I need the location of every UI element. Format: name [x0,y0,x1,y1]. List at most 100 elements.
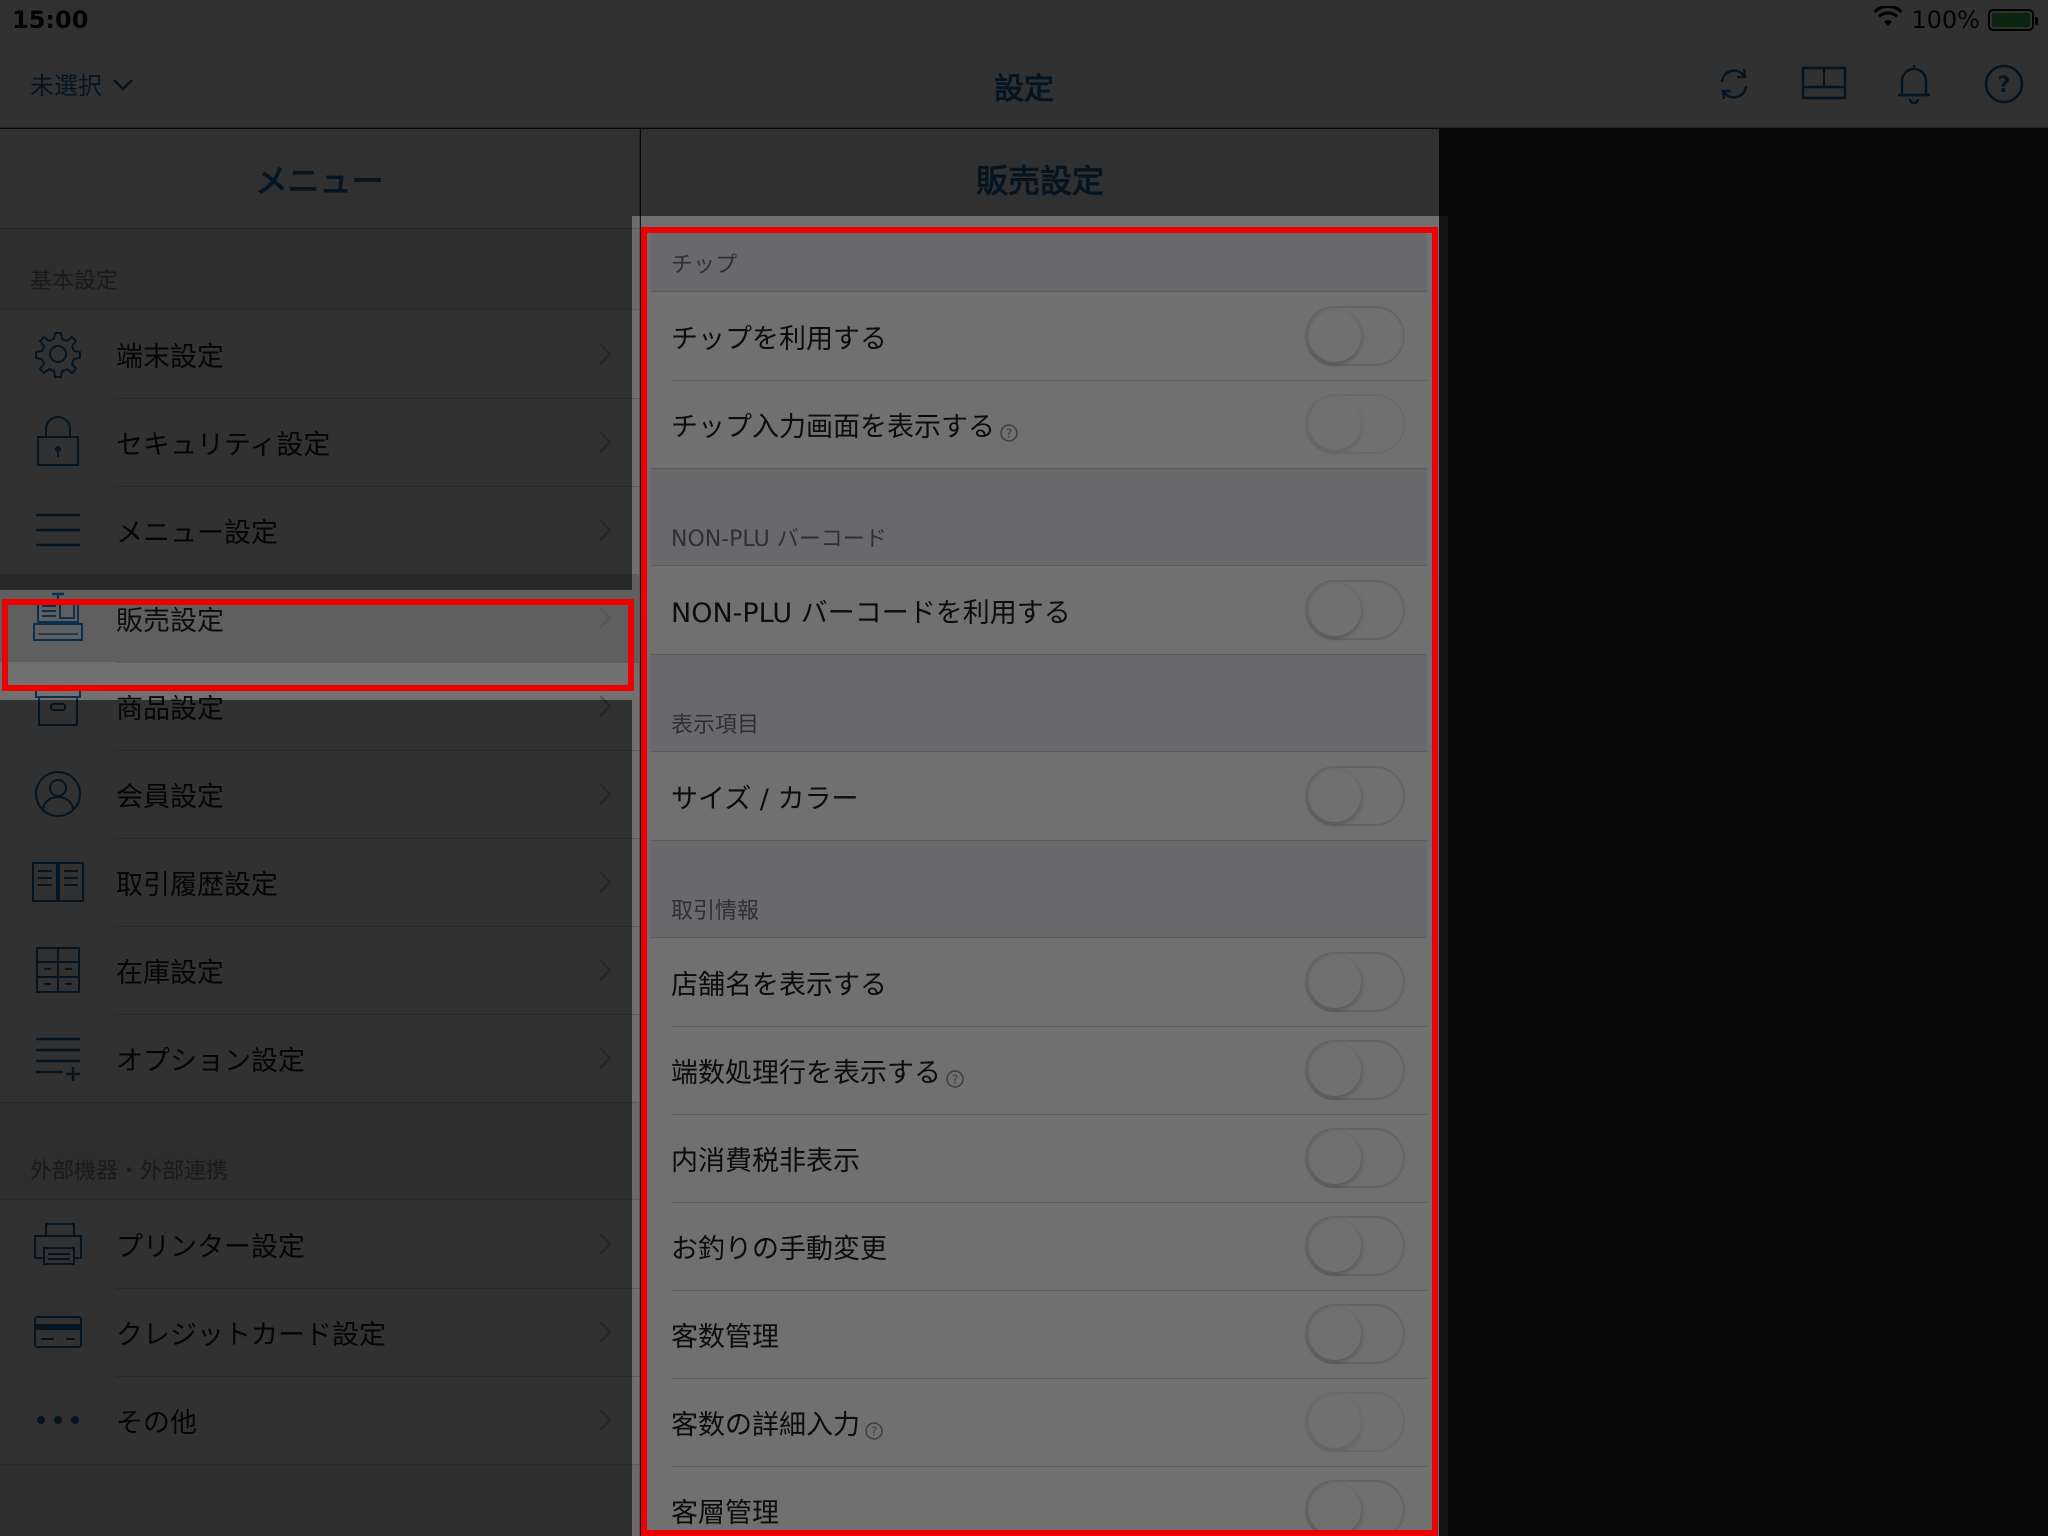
bell-icon[interactable] [1890,60,1938,108]
setting-row: サイズ / カラー [651,752,1427,840]
setting-row: 客数管理 [651,1290,1427,1378]
setting-label-text: 客数の詳細入力 [671,1409,860,1441]
menu-item-label: セキュリティ設定 [116,429,331,461]
toggle-switch[interactable] [1305,394,1405,454]
setting-row: 端数処理行を表示する? [651,1026,1427,1114]
toggle-knob [1309,1044,1361,1096]
question-circle-icon[interactable]: ? [864,1417,884,1440]
menu-item-security[interactable]: セキュリティ設定 [0,398,639,486]
menu-item-label: 在庫設定 [116,957,224,989]
menu-item-product[interactable]: 商品設定 [0,662,639,750]
menu-item-credit-card[interactable]: クレジットカード設定 [0,1288,639,1376]
settings-scroll-area[interactable]: チップ チップを利用する チップ入力画面を表示する? NON-PLU バーコード NON… [641,217,1439,1536]
question-circle-icon[interactable]: ? [945,1065,965,1088]
toggle-switch[interactable] [1305,766,1405,826]
toggle-knob [1309,584,1361,636]
register-icon [0,574,116,662]
toggle-switch[interactable] [1305,1128,1405,1188]
toggle-switch[interactable] [1305,1216,1405,1276]
setting-label: 客数の詳細入力? [671,1403,1305,1442]
setting-label: 客層管理 [671,1491,1305,1530]
section-label-external: 外部機器・外部連携 [30,1159,229,1184]
toggle-switch[interactable] [1305,306,1405,366]
nav-bar: 未選択 設定 ? [0,40,2048,128]
menu-item-label: 会員設定 [116,781,224,813]
setting-label: NON-PLU バーコードを利用する [671,591,1305,630]
question-circle-icon[interactable]: ? [999,419,1019,442]
menu-item-label: 端末設定 [116,341,224,373]
setting-row: 客数の詳細入力? [651,1378,1427,1466]
menu-item-member[interactable]: 会員設定 [0,750,639,838]
setting-label-text: お釣りの手動変更 [671,1233,887,1265]
sales-settings-title: 販売設定 [641,129,1439,229]
book-icon [0,838,116,926]
setting-row: チップ入力画面を表示する? [651,380,1427,468]
menu-item-stock[interactable]: 在庫設定 [0,926,639,1014]
menu-item-option[interactable]: オプション設定 [0,1014,639,1102]
setting-label: 客数管理 [671,1315,1305,1354]
menu-item-other[interactable]: その他 [0,1376,639,1464]
menu-item-menu[interactable]: メニュー設定 [0,486,639,574]
toggle-knob [1309,770,1361,822]
list-plus-icon [0,1014,116,1102]
person-icon [0,750,116,838]
chevron-right-icon [585,1312,625,1352]
svg-text:?: ? [1998,73,2011,98]
menu-item-history[interactable]: 取引履歴設定 [0,838,639,926]
group-header: 表示項目 [671,713,760,738]
cash-drawer-icon[interactable] [1800,60,1848,108]
menu-panel-title: メニュー [0,129,639,229]
lock-icon [0,398,116,486]
setting-label-text: 内消費税非表示 [671,1145,860,1177]
menu-item-terminal[interactable]: 端末設定 [0,310,639,398]
setting-label: サイズ / カラー [671,777,1305,816]
toggle-switch[interactable] [1305,1392,1405,1452]
chevron-right-icon [585,334,625,374]
more-icon [0,1376,116,1464]
menu-item-printer[interactable]: プリンター設定 [0,1200,639,1288]
chevron-right-icon [585,950,625,990]
menu-item-sales[interactable]: 販売設定 [0,574,639,662]
setting-label-text: サイズ / カラー [671,783,859,815]
chevron-right-icon [585,422,625,462]
gear-icon [0,310,116,398]
setting-label-text: NON-PLU バーコードを利用する [671,597,1071,629]
setting-label: 内消費税非表示 [671,1139,1305,1178]
setting-row: 店舗名を表示する [651,938,1427,1026]
setting-row: 客層管理 [651,1466,1427,1536]
chevron-right-icon [585,598,625,638]
toggle-switch[interactable] [1305,952,1405,1012]
setting-row: 内消費税非表示 [651,1114,1427,1202]
menu-panel: メニュー 基本設定 端末設定 セキュリティ設定 メニュー設定 販売設定 商品設定… [0,129,640,1536]
setting-group: 店舗名を表示する端数処理行を表示する? 内消費税非表示 お釣りの手動変更客数管理客数… [651,937,1427,1536]
wifi-icon [1873,4,1903,34]
setting-label: 端数処理行を表示する? [671,1051,1305,1090]
toggle-switch[interactable] [1305,580,1405,640]
sync-icon[interactable] [1710,60,1758,108]
setting-label: チップ入力画面を表示する? [671,405,1305,444]
menu-item-label: オプション設定 [116,1045,305,1077]
toggle-knob [1309,1484,1361,1536]
chevron-right-icon [585,1038,625,1078]
toggle-switch[interactable] [1305,1040,1405,1100]
group-header: 取引情報 [671,899,760,924]
menu-item-label: プリンター設定 [116,1231,305,1263]
svg-text:?: ? [952,1073,958,1087]
help-icon[interactable]: ? [1980,60,2028,108]
setting-label-text: 端数処理行を表示する [671,1057,941,1089]
toggle-switch[interactable] [1305,1304,1405,1364]
setting-label-text: 客層管理 [671,1497,779,1529]
setting-label-text: チップを利用する [671,323,887,355]
setting-row: お釣りの手動変更 [651,1202,1427,1290]
setting-row: チップを利用する [651,292,1427,380]
toggle-knob [1309,1220,1361,1272]
battery-percent: 100% [1911,6,1980,34]
menu-icon [0,486,116,574]
menu-list-basic: 端末設定 セキュリティ設定 メニュー設定 販売設定 商品設定 会員設定 取引履歴… [0,309,639,1103]
chevron-right-icon [585,1400,625,1440]
setting-group: NON-PLU バーコードを利用する [651,565,1427,655]
setting-label-text: 店舗名を表示する [671,969,887,1001]
toggle-switch[interactable] [1305,1480,1405,1536]
svg-text:?: ? [871,1425,877,1439]
toggle-knob [1309,1396,1361,1448]
